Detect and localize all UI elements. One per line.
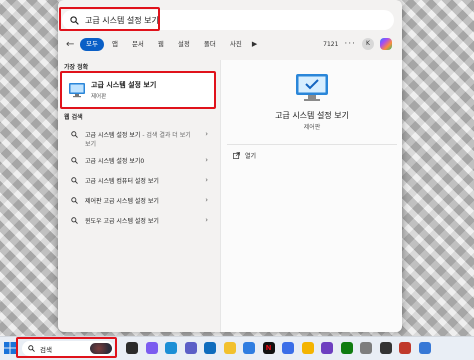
highlight-search-box <box>59 7 160 31</box>
detail-subtitle: 제어판 <box>303 124 321 131</box>
web-result-text: 제어판 고급 시스템 설정 보기 <box>85 198 159 205</box>
search-icon <box>71 217 78 224</box>
app-icon[interactable] <box>418 342 431 354</box>
chrome-icon[interactable] <box>301 342 314 354</box>
teams-icon[interactable] <box>184 342 197 354</box>
system-properties-icon <box>296 74 328 101</box>
more-options-icon[interactable]: ··· <box>344 39 356 49</box>
web-result-item[interactable]: 윈도우 고급 시스템 설정 보기 › <box>62 216 214 225</box>
web-result-item[interactable]: 고급 시스템 설정 보기0 › <box>62 156 214 165</box>
phone-link-icon[interactable] <box>282 342 294 354</box>
web-result-hint-line2: 보기 <box>85 141 97 148</box>
xbox-icon[interactable] <box>340 342 353 354</box>
detail-title: 고급 시스템 설정 보기 <box>275 111 349 120</box>
back-arrow-icon[interactable]: ← <box>66 39 80 50</box>
task-view-icon[interactable] <box>126 342 138 354</box>
filter-bar: ← 모두 앱 문서 웹 설정 폴더 사진 ▶ 7121 ··· K <box>62 36 398 52</box>
file-explorer-icon[interactable] <box>223 342 236 354</box>
tab-all[interactable]: 모두 <box>80 37 104 51</box>
copilot-icon[interactable] <box>380 38 392 50</box>
search-icon <box>71 177 78 184</box>
settings-icon[interactable] <box>360 342 372 354</box>
tab-settings[interactable]: 설정 <box>172 38 196 51</box>
start-search-panel: 고급 시스템 설정 보기 ← 모두 앱 문서 웹 설정 폴더 사진 ▶ 7121… <box>58 0 402 332</box>
avatar[interactable]: K <box>362 38 374 50</box>
terminal-icon[interactable] <box>379 342 392 354</box>
web-result-text: 고급 시스템 컴퓨터 설정 보기 <box>85 178 159 185</box>
store-icon[interactable] <box>243 342 255 354</box>
search-icon <box>71 157 78 164</box>
outlook-icon[interactable] <box>204 342 216 354</box>
highlight-taskbar-search <box>16 337 117 358</box>
divider <box>227 144 397 145</box>
tab-documents[interactable]: 문서 <box>126 38 150 51</box>
chevron-right-icon: › <box>205 196 208 204</box>
tab-folders[interactable]: 폴더 <box>198 38 222 51</box>
chevron-right-icon: › <box>205 176 208 184</box>
netflix-icon[interactable]: N <box>262 342 275 354</box>
tab-photos[interactable]: 사진 <box>224 38 248 51</box>
more-filters-arrow-icon[interactable]: ▶ <box>252 40 257 48</box>
web-result-item[interactable]: 고급 시스템 컴퓨터 설정 보기 › <box>62 176 214 185</box>
web-search-label: 웹 검색 <box>64 114 83 121</box>
edge-icon[interactable] <box>165 342 177 354</box>
windows-start-icon[interactable] <box>4 342 16 354</box>
chevron-right-icon: › <box>205 216 208 224</box>
open-label: 열기 <box>245 153 257 160</box>
chevron-right-icon: › <box>205 130 208 138</box>
search-icon <box>71 197 78 204</box>
chevron-right-icon: › <box>205 156 208 164</box>
web-result-text: 고급 시스템 설정 보기 <box>85 132 141 139</box>
search-icon <box>71 131 78 138</box>
rewards-count: 7121 <box>323 40 339 48</box>
open-icon <box>233 152 240 159</box>
highlight-best-match <box>60 71 216 109</box>
tab-apps[interactable]: 앱 <box>106 38 124 51</box>
copilot-icon[interactable] <box>145 342 158 354</box>
app-icon[interactable] <box>321 342 333 354</box>
open-action[interactable]: 열기 <box>233 151 256 160</box>
web-result-text: 고급 시스템 설정 보기0 <box>85 158 145 165</box>
web-result-item[interactable]: 제어판 고급 시스템 설정 보기 › <box>62 196 214 205</box>
best-match-label: 가장 정확 <box>64 64 89 71</box>
app-icon[interactable] <box>399 342 411 354</box>
detail-pane: 고급 시스템 설정 보기 제어판 열기 <box>220 60 402 332</box>
web-result-hint: - 검색 결과 더 보기 <box>140 132 191 139</box>
tab-web[interactable]: 웹 <box>152 38 170 51</box>
web-result-item[interactable]: 고급 시스템 설정 보기 - 검색 결과 더 보기 보기 › <box>62 130 214 148</box>
web-result-text: 윈도우 고급 시스템 설정 보기 <box>85 218 159 225</box>
